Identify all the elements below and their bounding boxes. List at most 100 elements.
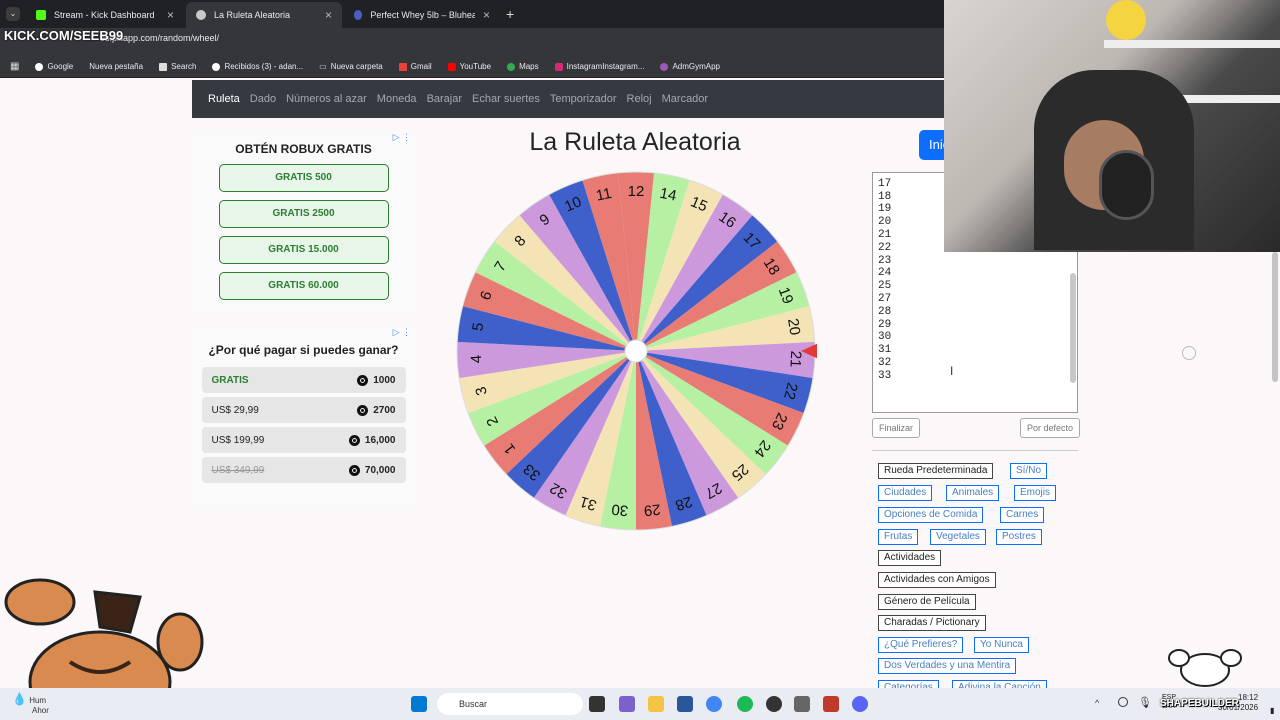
category-button[interactable]: Carnes bbox=[1000, 507, 1045, 523]
category-button[interactable]: Frutas bbox=[878, 529, 919, 545]
category-button[interactable]: Actividades con Amigos bbox=[878, 572, 996, 588]
option-line[interactable]: 32 bbox=[878, 357, 1072, 370]
category-button[interactable]: Emojis bbox=[1014, 485, 1057, 501]
bookmark-inbox[interactable]: Recibidos (3) - adan... bbox=[212, 62, 303, 71]
tab-ruleta[interactable]: La Ruleta Aleatoria × bbox=[186, 2, 342, 28]
discord-icon[interactable] bbox=[852, 696, 868, 712]
spin-wheel[interactable]: 12 14 151617181920212223242527282930313233… bbox=[455, 170, 817, 532]
nav-dado[interactable]: Dado bbox=[250, 93, 276, 105]
default-button[interactable]: Por defecto bbox=[1020, 418, 1081, 438]
category-button[interactable]: Género de Película bbox=[878, 594, 976, 610]
tab-kick-dashboard[interactable]: Stream - Kick Dashboard × bbox=[26, 2, 184, 28]
tray-sync-icon[interactable] bbox=[1118, 697, 1128, 707]
option-line[interactable]: 33 bbox=[878, 370, 1072, 383]
notification-icon[interactable]: ▮ bbox=[1270, 706, 1274, 715]
bookmark-youtube[interactable]: YouTube bbox=[447, 62, 491, 71]
close-icon[interactable]: × bbox=[325, 8, 332, 22]
microphone-icon[interactable]: 🎙 bbox=[1138, 696, 1152, 709]
chrome-icon[interactable] bbox=[706, 696, 722, 712]
ad-row[interactable]: US$ 349,99 70,000 bbox=[201, 457, 406, 483]
ad-choices-icon[interactable]: ▷ ⋮ bbox=[393, 327, 411, 338]
wheel-label: 4 bbox=[468, 354, 485, 363]
ad-row[interactable]: US$ 199,99 16,000 bbox=[201, 427, 406, 453]
nav-moneda[interactable]: Moneda bbox=[377, 93, 417, 105]
ad-choices-icon[interactable]: ▷ ⋮ bbox=[393, 132, 411, 143]
category-button[interactable]: Sí/No bbox=[1010, 463, 1048, 479]
store-icon[interactable] bbox=[677, 696, 693, 712]
nav-temporizador[interactable]: Temporizador bbox=[550, 93, 617, 105]
weather-widget[interactable]: 💧 Hum Ahor bbox=[12, 692, 49, 715]
bookmark-gmail[interactable]: Gmail bbox=[398, 62, 432, 71]
logo-mascot-icon bbox=[1168, 649, 1242, 687]
bookmark-new-tab[interactable]: Nueva pestaña bbox=[89, 62, 143, 71]
bookmark-google[interactable]: Google bbox=[35, 62, 73, 71]
category-button[interactable]: Postres bbox=[996, 529, 1042, 545]
ad-button-500[interactable]: GRATIS 500 bbox=[218, 164, 389, 192]
textarea-scrollbar[interactable] bbox=[1070, 273, 1076, 383]
nav-marcador[interactable]: Marcador bbox=[662, 93, 708, 105]
ad-robux-title: OBTÉN ROBUX GRATIS bbox=[235, 142, 372, 156]
obs-icon[interactable] bbox=[766, 696, 782, 712]
category-button[interactable]: Actividades bbox=[878, 550, 942, 566]
option-line[interactable]: 31 bbox=[878, 344, 1072, 357]
category-button[interactable]: Rueda Predeterminada bbox=[878, 463, 994, 479]
option-line[interactable]: 28 bbox=[878, 306, 1072, 319]
bookmark-admgymapp[interactable]: AdmGymApp bbox=[660, 62, 720, 71]
category-button[interactable]: Opciones de Comida bbox=[878, 507, 984, 523]
tray-chevron-icon[interactable]: ^ bbox=[1095, 698, 1099, 708]
tab-perfect-whey[interactable]: Perfect Whey 5lb – Bluhealth N × bbox=[344, 2, 500, 28]
ad-row[interactable]: US$ 29,99 2700 bbox=[201, 397, 406, 423]
option-line[interactable]: 30 bbox=[878, 331, 1072, 344]
tab-search-icon[interactable]: ⌄ bbox=[6, 7, 20, 21]
category-button[interactable]: Dos Verdades y una Mentira bbox=[878, 658, 1017, 674]
close-icon[interactable]: × bbox=[167, 8, 174, 22]
bookmark-folder[interactable]: ▭ Nueva carpeta bbox=[319, 62, 383, 71]
ad-button-15000[interactable]: GRATIS 15.000 bbox=[218, 236, 389, 264]
windows-start-icon[interactable] bbox=[411, 696, 427, 712]
bookmark-search[interactable]: Search bbox=[159, 62, 196, 71]
ad-pricing[interactable]: ▷ ⋮ ¿Por qué pagar si puedes ganar? GRAT… bbox=[192, 325, 415, 510]
nav-ruleta[interactable]: Ruleta bbox=[208, 93, 240, 105]
option-line[interactable]: 25 bbox=[878, 280, 1072, 293]
close-icon[interactable]: × bbox=[483, 8, 490, 22]
copilot-icon[interactable] bbox=[619, 696, 635, 712]
option-line[interactable]: 29 bbox=[878, 319, 1072, 332]
option-line[interactable]: 24 bbox=[878, 267, 1072, 280]
category-button[interactable]: ¿Qué Prefieres? bbox=[878, 637, 964, 653]
page-title: La Ruleta Aleatoria bbox=[529, 128, 741, 156]
bookmark-maps[interactable]: Maps bbox=[507, 62, 539, 71]
app-icon bbox=[660, 62, 669, 71]
taskbar-search[interactable]: Buscar bbox=[437, 693, 583, 715]
nav-echar-suertes[interactable]: Echar suertes bbox=[472, 93, 540, 105]
category-button[interactable]: Yo Nunca bbox=[974, 637, 1029, 653]
finish-button[interactable]: Finalizar bbox=[872, 418, 921, 438]
ad-button-60000[interactable]: GRATIS 60.000 bbox=[218, 272, 389, 300]
file-explorer-icon[interactable] bbox=[648, 696, 664, 712]
ad-robux[interactable]: ▷ ⋮ OBTÉN ROBUX GRATIS GRATIS 500 GRATIS… bbox=[192, 130, 415, 315]
nav-barajar[interactable]: Barajar bbox=[427, 93, 462, 105]
spotify-icon[interactable] bbox=[737, 696, 753, 712]
category-button[interactable]: Ciudades bbox=[878, 485, 933, 501]
option-line[interactable]: 23 bbox=[878, 255, 1072, 268]
wheel-label: 29 bbox=[643, 500, 661, 519]
kick-icon bbox=[36, 10, 46, 20]
option-line[interactable]: 27 bbox=[878, 293, 1072, 306]
category-button[interactable]: Charadas / Pictionary bbox=[878, 615, 986, 631]
category-button[interactable]: Animales bbox=[946, 485, 1000, 501]
folder-icon: ▭ bbox=[319, 62, 327, 71]
nav-reloj[interactable]: Reloj bbox=[627, 93, 652, 105]
wheel-center[interactable] bbox=[624, 339, 648, 363]
windows-taskbar bbox=[0, 688, 1280, 720]
app-icon[interactable] bbox=[823, 696, 839, 712]
task-view-icon[interactable] bbox=[589, 696, 605, 712]
nav-numeros[interactable]: Números al azar bbox=[286, 93, 367, 105]
apps-icon[interactable]: ▦ bbox=[10, 61, 19, 72]
ad-button-2500[interactable]: GRATIS 2500 bbox=[218, 200, 389, 228]
page-scrollbar[interactable] bbox=[1272, 252, 1278, 382]
new-tab-button[interactable]: + bbox=[506, 6, 514, 22]
bookmark-instagram[interactable]: InstagramInstagram... bbox=[554, 62, 644, 71]
app-icon[interactable] bbox=[794, 696, 810, 712]
category-list: Rueda Predeterminada Sí/No Ciudades Anim… bbox=[872, 450, 1078, 696]
ad-row[interactable]: GRATIS 1000 bbox=[201, 367, 406, 393]
category-button[interactable]: Vegetales bbox=[930, 529, 986, 545]
